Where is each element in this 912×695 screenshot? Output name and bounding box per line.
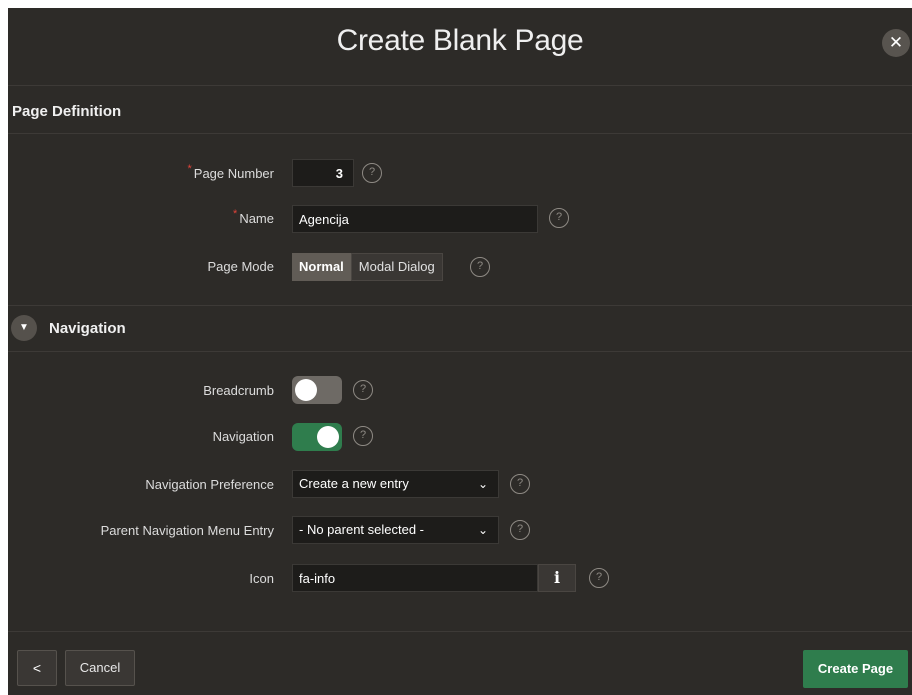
navigation-title: Navigation — [49, 320, 126, 337]
create-blank-page-dialog: Create Blank Page ✕ Page Definition * Pag… — [8, 8, 912, 695]
navigation-label: Navigation — [212, 429, 274, 444]
icon-picker-button[interactable]: i — [538, 564, 576, 592]
collapse-navigation-icon[interactable]: ▼ — [11, 315, 37, 341]
page-definition-header: Page Definition — [8, 87, 912, 134]
toggle-knob — [295, 379, 317, 401]
page-definition-title: Page Definition — [12, 103, 122, 120]
chevron-down-icon: ⌄ — [477, 477, 488, 491]
breadcrumb-toggle[interactable] — [292, 376, 342, 404]
back-button[interactable]: < — [17, 650, 57, 686]
dialog-footer: < Cancel Create Page — [8, 631, 912, 695]
create-page-button[interactable]: Create Page — [803, 650, 908, 688]
page-mode-radio-group: Normal Modal Dialog — [292, 253, 443, 281]
icon-label: Icon — [249, 571, 274, 586]
page-number-help-icon[interactable]: ? — [362, 163, 382, 183]
icon-input[interactable] — [292, 564, 538, 592]
breadcrumb-label: Breadcrumb — [203, 383, 274, 398]
chevron-down-icon: ⌄ — [477, 523, 488, 537]
name-label: * Name — [233, 208, 274, 226]
parent-navigation-entry-value: - No parent selected - — [299, 522, 425, 537]
navigation-header: ▼ Navigation — [8, 305, 912, 352]
breadcrumb-help-icon[interactable]: ? — [353, 380, 373, 400]
dialog-title: Create Blank Page — [336, 24, 584, 57]
navigation-preference-value: Create a new entry — [299, 476, 409, 491]
page-mode-help-icon[interactable]: ? — [470, 257, 490, 277]
parent-navigation-entry-help-icon[interactable]: ? — [510, 520, 530, 540]
page-mode-modal-dialog-option[interactable]: Modal Dialog — [350, 253, 443, 281]
name-input[interactable] — [292, 205, 538, 233]
navigation-preference-select[interactable]: Create a new entry ⌄ — [292, 470, 499, 498]
cancel-button[interactable]: Cancel — [65, 650, 135, 686]
dialog-header: Create Blank Page ✕ — [8, 8, 912, 86]
page-mode-label: Page Mode — [207, 259, 275, 274]
required-indicator: * — [233, 208, 238, 220]
navigation-preference-help-icon[interactable]: ? — [510, 474, 530, 494]
name-help-icon[interactable]: ? — [549, 208, 569, 228]
page-mode-normal-option[interactable]: Normal — [292, 253, 351, 281]
navigation-toggle[interactable] — [292, 423, 342, 451]
parent-navigation-entry-select[interactable]: - No parent selected - ⌄ — [292, 516, 499, 544]
required-indicator: * — [187, 163, 192, 175]
navigation-help-icon[interactable]: ? — [353, 426, 373, 446]
page-number-label: * Page Number — [187, 163, 275, 181]
toggle-knob — [317, 426, 339, 448]
page-number-input[interactable] — [292, 159, 354, 187]
close-icon[interactable]: ✕ — [882, 29, 910, 57]
icon-help-icon[interactable]: ? — [589, 568, 609, 588]
navigation-preference-label: Navigation Preference — [145, 477, 274, 492]
parent-navigation-entry-label: Parent Navigation Menu Entry — [100, 523, 274, 538]
